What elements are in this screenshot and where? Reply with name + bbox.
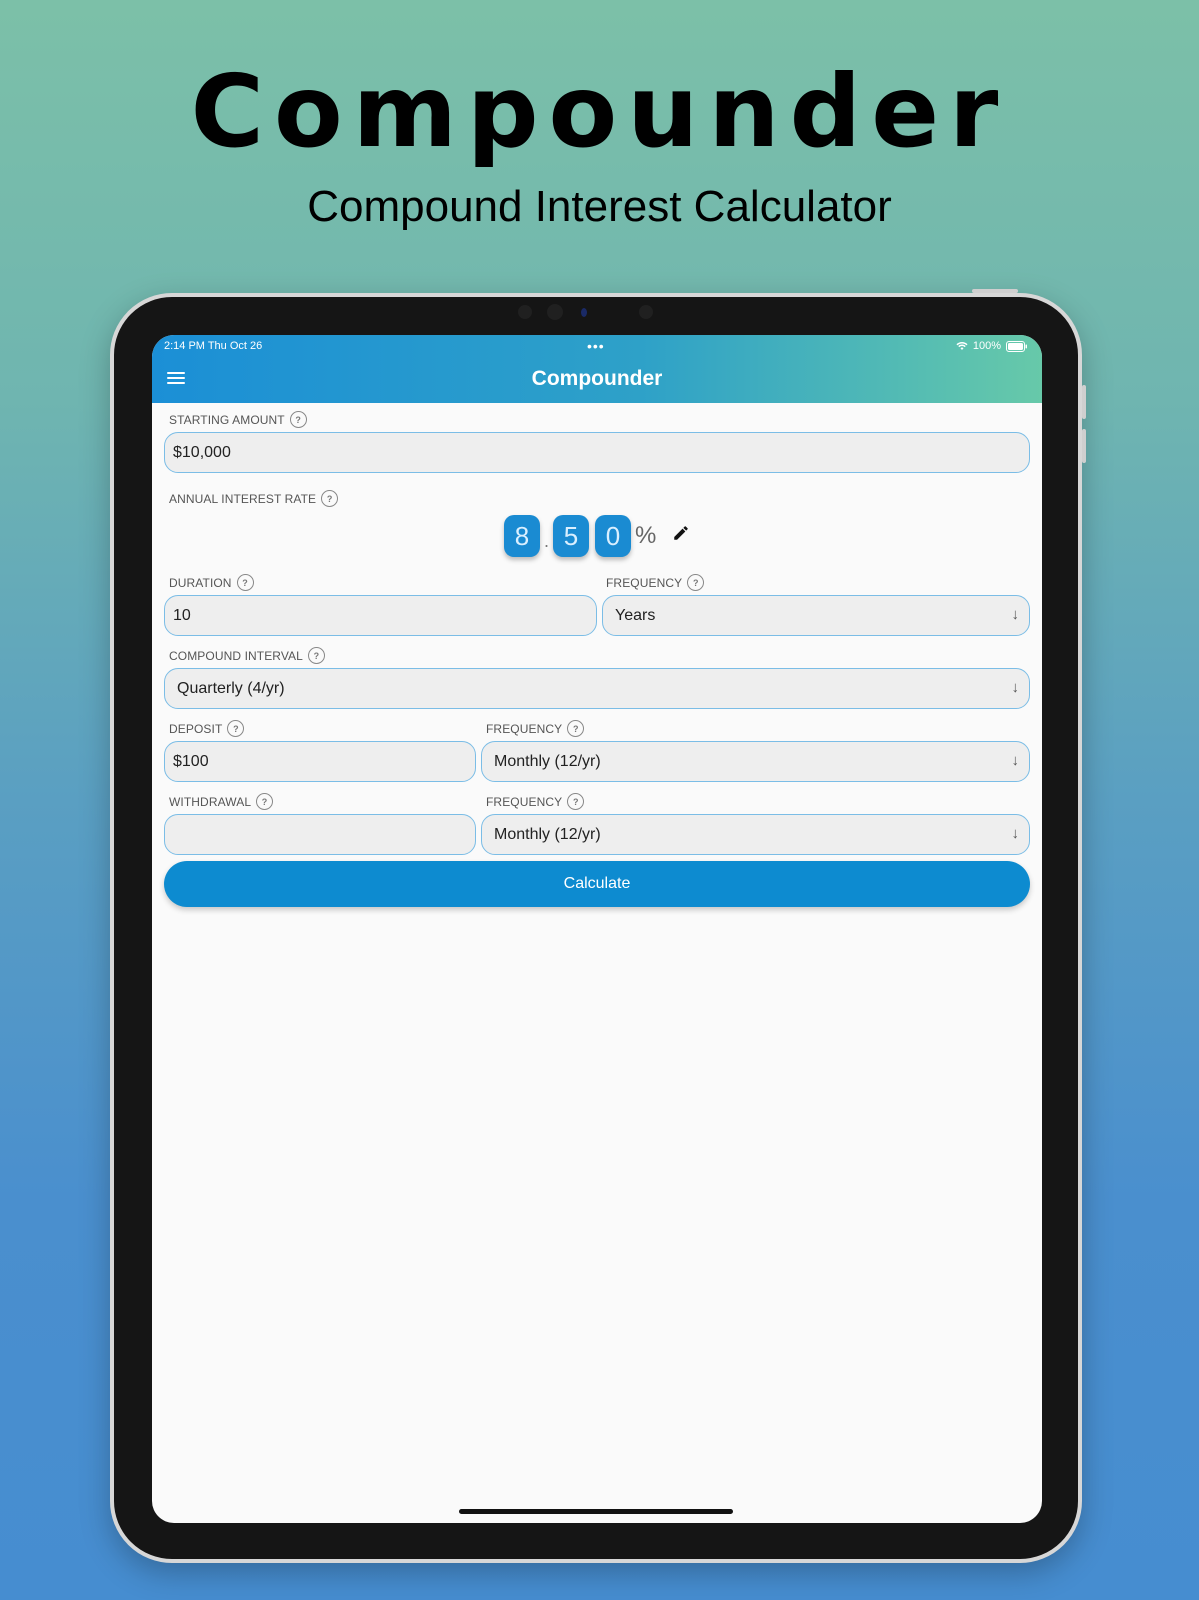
battery-percent: 100%	[972, 340, 1001, 352]
interest-rate-label-text: ANNUAL INTEREST RATE	[169, 491, 317, 506]
deposit-input[interactable]: $100	[164, 741, 476, 782]
multitask-dots[interactable]: •••	[587, 338, 605, 354]
duration-input[interactable]: 10	[164, 595, 597, 636]
wifi-icon	[956, 341, 968, 350]
sensor-dot	[639, 305, 653, 319]
app-bar: 2:14 PM Thu Oct 26 ••• 100% Compounder	[152, 335, 1042, 403]
withdrawal-label: WITHDRAWAL ?	[169, 793, 274, 810]
top-button	[972, 289, 1018, 293]
help-icon[interactable]: ?	[227, 720, 245, 737]
help-icon[interactable]: ?	[567, 793, 585, 810]
help-icon[interactable]: ?	[256, 793, 274, 810]
help-icon[interactable]: ?	[321, 490, 339, 507]
help-icon[interactable]: ?	[289, 411, 307, 428]
deposit-frequency-label-text: FREQUENCY	[486, 721, 563, 736]
compound-interval-label-text: COMPOUND INTERVAL	[169, 648, 303, 663]
interest-rate-picker: 8 . 5 0 %	[504, 515, 690, 557]
starting-amount-label: STARTING AMOUNT ?	[169, 411, 307, 428]
app-title: Compounder	[531, 367, 663, 390]
starting-amount-input[interactable]: $10,000	[164, 432, 1030, 473]
percent-sign: %	[635, 522, 657, 549]
compound-interval-label: COMPOUND INTERVAL ?	[169, 647, 325, 664]
withdrawal-frequency-select[interactable]: Monthly (12/yr) ↓	[481, 814, 1030, 855]
duration-label: DURATION ?	[169, 574, 254, 591]
sensor-dot	[518, 305, 532, 319]
status-right: 100%	[956, 340, 1028, 352]
camera-lens	[581, 308, 587, 317]
pencil-icon[interactable]	[672, 524, 690, 548]
deposit-frequency-select[interactable]: Monthly (12/yr) ↓	[481, 741, 1030, 782]
rate-digit-tenths[interactable]: 5	[553, 515, 590, 557]
tablet-frame: 2:14 PM Thu Oct 26 ••• 100% Compounder S…	[110, 289, 1086, 1563]
app-screen: 2:14 PM Thu Oct 26 ••• 100% Compounder S…	[152, 335, 1042, 1523]
deposit-label: DEPOSIT ?	[169, 720, 245, 737]
sensor-dot	[547, 304, 563, 320]
volume-down-button	[1082, 429, 1086, 463]
arrow-down-icon: ↓	[1011, 825, 1020, 842]
status-time: 2:14 PM Thu Oct 26	[164, 340, 263, 352]
withdrawal-label-text: WITHDRAWAL	[169, 794, 252, 809]
home-indicator[interactable]	[459, 1509, 733, 1514]
withdrawal-frequency-label-text: FREQUENCY	[486, 794, 563, 809]
deposit-frequency-value: Monthly (12/yr)	[494, 752, 601, 770]
arrow-down-icon: ↓	[1011, 606, 1020, 623]
volume-up-button	[1082, 385, 1086, 419]
help-icon[interactable]: ?	[687, 574, 705, 591]
interest-rate-label: ANNUAL INTEREST RATE ?	[169, 490, 339, 507]
duration-frequency-label-text: FREQUENCY	[606, 575, 683, 590]
duration-frequency-select[interactable]: Years ↓	[602, 595, 1030, 636]
compound-interval-select[interactable]: Quarterly (4/yr) ↓	[164, 668, 1030, 709]
compound-interval-value: Quarterly (4/yr)	[177, 679, 285, 697]
withdrawal-frequency-label: FREQUENCY ?	[486, 793, 585, 810]
help-icon[interactable]: ?	[236, 574, 254, 591]
duration-frequency-label: FREQUENCY ?	[606, 574, 705, 591]
deposit-frequency-label: FREQUENCY ?	[486, 720, 585, 737]
withdrawal-frequency-value: Monthly (12/yr)	[494, 825, 601, 843]
deposit-label-text: DEPOSIT	[169, 721, 223, 736]
help-icon[interactable]: ?	[567, 720, 585, 737]
duration-label-text: DURATION	[169, 575, 232, 590]
hero-subtitle: Compound Interest Calculator	[307, 182, 892, 231]
duration-frequency-value: Years	[615, 606, 656, 624]
rate-decimal-point: .	[544, 530, 550, 551]
starting-amount-label-text: STARTING AMOUNT	[169, 412, 285, 427]
arrow-down-icon: ↓	[1011, 752, 1020, 769]
calculate-button[interactable]: Calculate	[164, 861, 1030, 907]
hero-title: Compounder	[190, 53, 1009, 170]
withdrawal-input[interactable]	[164, 814, 476, 855]
help-icon[interactable]: ?	[307, 647, 325, 664]
arrow-down-icon: ↓	[1011, 679, 1020, 696]
battery-icon	[1006, 340, 1027, 352]
rate-digit-ones[interactable]: 8	[504, 515, 540, 557]
rate-digit-hundredths[interactable]: 0	[595, 515, 632, 557]
